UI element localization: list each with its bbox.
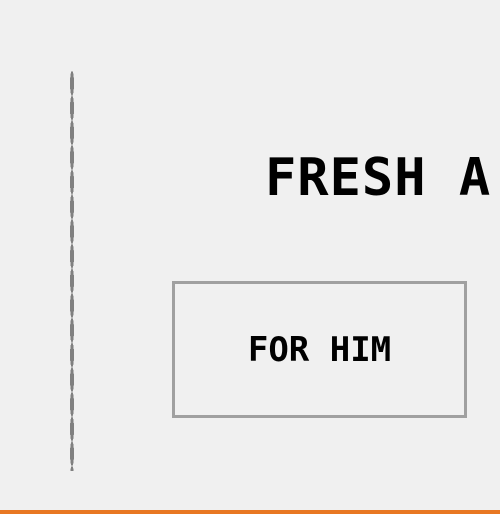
dotted-divider [70, 71, 74, 471]
for-him-button[interactable]: FOR HIM [172, 281, 467, 418]
accent-bar [0, 510, 500, 514]
page-title: FRESH A [265, 148, 492, 208]
